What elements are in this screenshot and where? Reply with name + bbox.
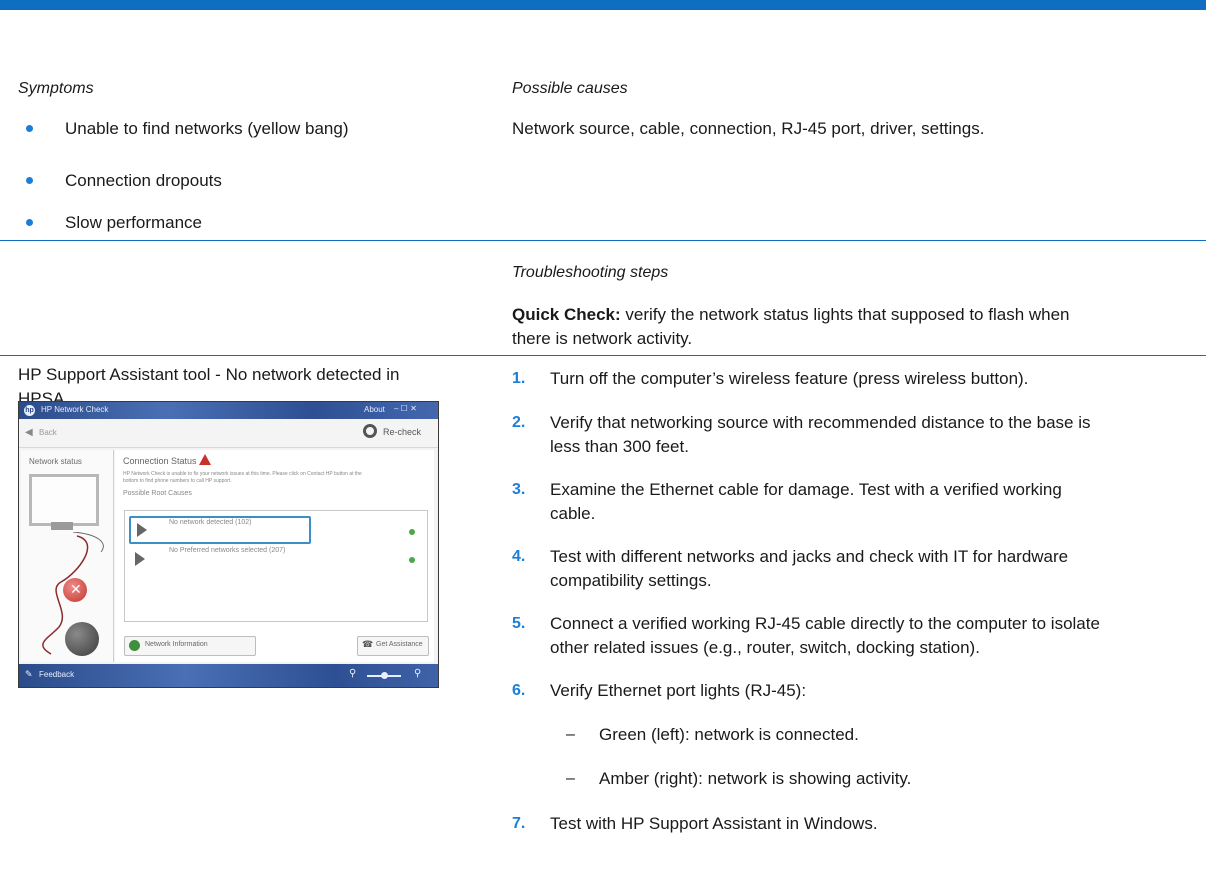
- quick-check-text: there is network activity.: [512, 329, 693, 348]
- step-text: compatibility settings.: [550, 571, 712, 590]
- quick-check-label: Quick Check:: [512, 305, 621, 324]
- step-number: 3.: [512, 481, 526, 498]
- globe-icon: [65, 622, 99, 656]
- step-number: 1.: [512, 370, 526, 387]
- substep-dash: –: [566, 770, 575, 787]
- hp-network-check-screenshot: hp HP Network Check About – ☐ ✕ ◀ Back R…: [18, 401, 439, 688]
- symptom-item: Unable to find networks (yellow bang): [65, 119, 349, 138]
- screenshot-title: HP Network Check: [41, 405, 109, 414]
- phone-icon: ☎: [362, 639, 374, 649]
- substep-dash: –: [566, 726, 575, 743]
- ok-icon: [409, 557, 415, 563]
- connection-status-desc: HP Network Check is unable to fix your n…: [123, 471, 362, 477]
- troubleshooting-header: Troubleshooting steps: [512, 264, 669, 281]
- back-arrow-icon: ◀: [25, 427, 33, 438]
- zoom-out-icon: ⚲: [349, 668, 357, 679]
- row-divider: [0, 355, 1206, 356]
- step-number: 5.: [512, 615, 526, 632]
- connection-status-title: Connection Status: [123, 456, 197, 466]
- step-number: 2.: [512, 414, 526, 431]
- bullet-icon: [26, 125, 33, 132]
- substep-text: Green (left): network is connected.: [599, 725, 859, 744]
- connection-status-desc: bottom to find phone numbers to call HP …: [123, 478, 232, 484]
- row-divider: [0, 240, 1206, 241]
- bullet-icon: [26, 219, 33, 226]
- step-text: Connect a verified working RJ-45 cable d…: [550, 614, 1100, 633]
- about-link: About: [364, 405, 385, 414]
- monitor-stand-icon: [51, 522, 73, 530]
- causes-header: Possible causes: [512, 80, 628, 97]
- ok-icon: [409, 529, 415, 535]
- screenshot-main-panel: Connection Status HP Network Check is un…: [115, 450, 434, 662]
- get-assistance-button: ☎ Get Assistance: [357, 636, 429, 656]
- bullet-icon: [26, 177, 33, 184]
- causes-text: Network source, cable, connection, RJ-45…: [512, 119, 985, 138]
- error-icon: ✕: [63, 578, 87, 602]
- step-text: less than 300 feet.: [550, 437, 689, 456]
- quick-check-line: Quick Check: verify the network status l…: [512, 303, 1192, 327]
- root-causes-list: No network detected (102) No Preferred n…: [124, 510, 428, 622]
- info-icon: [129, 640, 140, 651]
- possible-root-causes-label: Possible Root Causes: [123, 490, 192, 497]
- zoom-in-icon: ⚲: [414, 668, 422, 679]
- quick-check-text: verify the network status lights that su…: [620, 305, 1070, 324]
- step-number: 7.: [512, 815, 526, 832]
- screenshot-left-panel: Network status ✕: [21, 450, 114, 662]
- step-text: Turn off the computer’s wireless feature…: [550, 369, 1029, 388]
- tool-caption: HP Support Assistant tool - No network d…: [18, 365, 400, 384]
- refresh-icon: [363, 424, 377, 438]
- back-button: Back: [39, 428, 57, 437]
- step-text: Verify that networking source with recom…: [550, 413, 1091, 432]
- step-text: other related issues (e.g., router, swit…: [550, 638, 980, 657]
- step-text: Test with different networks and jacks a…: [550, 547, 1069, 566]
- screenshot-footer: ✎ Feedback ⚲ ⚲: [19, 664, 438, 687]
- network-status-label: Network status: [29, 457, 82, 466]
- step-text: Examine the Ethernet cable for damage. T…: [550, 480, 1062, 499]
- cause-label: No network detected (102): [169, 519, 252, 526]
- warning-icon: [199, 454, 211, 465]
- step-number: 6.: [512, 682, 526, 699]
- cause-label: No Preferred networks selected (207): [169, 547, 286, 554]
- symptom-item: Slow performance: [65, 213, 203, 232]
- network-information-button: Network Information: [124, 636, 256, 656]
- top-accent-bar: [0, 0, 1206, 10]
- monitor-icon: [29, 474, 99, 526]
- play-icon: [137, 523, 147, 537]
- step-text: Test with HP Support Assistant in Window…: [550, 814, 878, 833]
- feedback-link: Feedback: [39, 670, 75, 679]
- symptom-item: Connection dropouts: [65, 171, 222, 190]
- screenshot-toolbar: ◀ Back Re-check: [19, 419, 438, 448]
- step-text: cable.: [550, 504, 596, 523]
- window-controls: – ☐ ✕: [394, 404, 417, 413]
- step-number: 4.: [512, 548, 526, 565]
- hp-logo-icon: hp: [24, 405, 35, 416]
- symptoms-header: Symptoms: [18, 80, 94, 97]
- screenshot-title-bar: hp HP Network Check About – ☐ ✕: [19, 402, 438, 419]
- step-text: Verify Ethernet port lights (RJ-45):: [550, 681, 807, 700]
- substep-text: Amber (right): network is showing activi…: [599, 769, 912, 788]
- feedback-icon: ✎: [25, 669, 33, 679]
- play-icon: [135, 552, 145, 566]
- zoom-slider-thumb: [381, 672, 388, 679]
- recheck-button: Re-check: [383, 427, 422, 437]
